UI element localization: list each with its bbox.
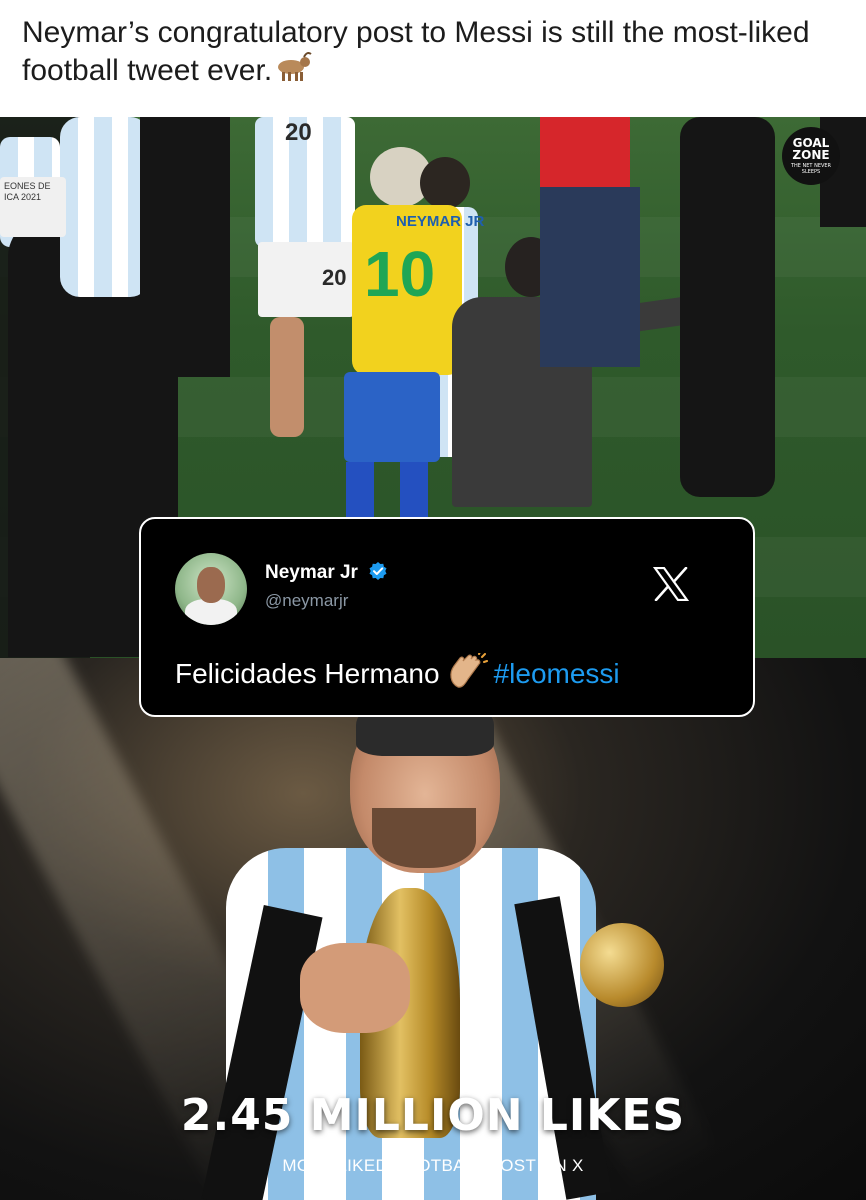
caption-text-content: Neymar’s congratulatory post to Messi is… xyxy=(22,16,810,87)
bystander-figure xyxy=(140,117,230,377)
goal-zone-logo: GOAL ZONE THE NET NEVER SLEEPS xyxy=(782,127,840,185)
goat-emoji-icon xyxy=(274,52,312,92)
likes-subheadline: MOST LIKED FOOTBALL POST ON X xyxy=(282,1156,584,1175)
jersey-number-10: 10 xyxy=(364,238,436,310)
jersey-number: 20 xyxy=(285,119,312,146)
jeans-figure xyxy=(540,187,640,367)
neymar-blue-shorts xyxy=(344,372,440,462)
tweet-author-name[interactable]: Neymar Jr xyxy=(265,561,388,587)
player-figure xyxy=(60,117,150,297)
player-20-leg xyxy=(270,317,304,437)
golden-ball-icon xyxy=(580,923,664,1007)
tweet-body: Felicidades Hermano #leomessi xyxy=(175,651,620,696)
display-name[interactable]: Neymar Jr xyxy=(265,562,358,583)
tweet-text: Felicidades Hermano xyxy=(175,658,440,689)
tweet-card: Neymar Jr @neymarjr Felicidades Hermano #… xyxy=(139,517,755,717)
tweet-handle[interactable]: @neymarjr xyxy=(265,591,348,611)
photographer-figure xyxy=(680,117,775,497)
logo-tagline: THE NET NEVER SLEEPS xyxy=(790,163,832,175)
x-logo-icon xyxy=(652,566,690,606)
neymar-sock xyxy=(346,462,374,517)
player-hand xyxy=(300,943,410,1033)
avatar-face xyxy=(197,567,225,603)
neymar-sock xyxy=(400,462,428,517)
messi-head xyxy=(420,157,470,209)
player-beard xyxy=(372,808,476,868)
caption-bar: Neymar’s congratulatory post to Messi is… xyxy=(0,0,866,117)
clapping-hands-emoji-icon xyxy=(446,651,488,696)
caption-text: Neymar’s congratulatory post to Messi is… xyxy=(22,14,844,92)
red-shirt-figure xyxy=(540,117,630,187)
verified-badge-icon xyxy=(368,561,388,587)
jersey-name: NEYMAR JR xyxy=(396,213,485,230)
logo-line-2: ZONE xyxy=(792,148,830,162)
likes-headline: 2.45 MILLION LIKES xyxy=(180,1090,686,1141)
avatar[interactable] xyxy=(175,553,247,625)
shorts-number: 20 xyxy=(322,265,347,290)
sideline-banner: EONES DE ICA 2021 xyxy=(0,177,66,237)
hashtag-link[interactable]: #leomessi xyxy=(494,658,620,689)
